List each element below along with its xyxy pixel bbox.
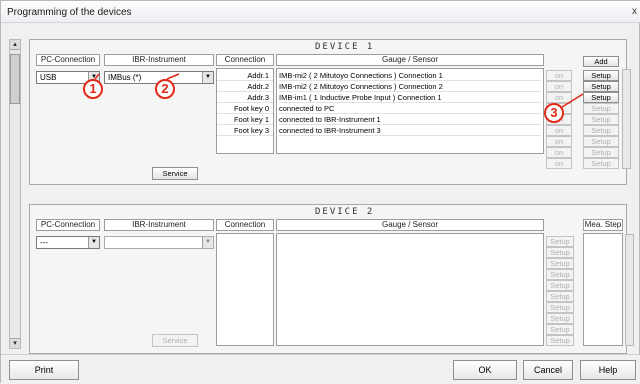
connection-cell: Addr.2 — [217, 82, 273, 92]
setup-button[interactable]: Setup — [583, 125, 619, 136]
on-button[interactable]: on — [546, 81, 572, 92]
programming-window: Programming of the devices x ▴ ▾ DEVICE … — [0, 0, 640, 384]
callout-2: 2 — [155, 79, 175, 99]
header-gauge-sensor: Gauge / Sensor — [276, 54, 544, 66]
header-ibr-instrument: IBR-Instrument — [104, 54, 214, 66]
callout-1: 1 — [83, 79, 103, 99]
setup-button[interactable]: Setup — [546, 247, 574, 258]
gauge-cell[interactable]: IMB-mi2 ( 2 Mitutoyo Connections ) Conne… — [279, 82, 541, 92]
pc-connection-value: USB — [40, 73, 57, 82]
on-button[interactable]: on — [546, 70, 572, 81]
gauge-cell[interactable]: connected to IBR-Instrument 3 — [279, 126, 541, 136]
setup-button[interactable]: Setup — [546, 335, 574, 346]
setup-button[interactable]: Setup — [546, 280, 574, 291]
device-2-scrollbar[interactable] — [625, 234, 634, 346]
ibr-instrument-value: IMBus (*) — [108, 73, 142, 82]
close-icon[interactable]: x — [632, 6, 637, 17]
add-button[interactable]: Add — [583, 56, 619, 67]
header-gauge-sensor: Gauge / Sensor — [276, 219, 544, 231]
header-pc-connection: PC-Connection — [36, 219, 100, 231]
setup-button[interactable]: Setup — [583, 147, 619, 158]
connection-cell: Addr.3 — [217, 93, 273, 103]
device-2-title: DEVICE 2 — [315, 207, 375, 217]
chevron-down-icon[interactable]: ▼ — [202, 237, 213, 248]
setup-button[interactable]: Setup — [583, 136, 619, 147]
header-mea-step: Mea. Step — [583, 219, 623, 231]
setup-button[interactable]: Setup — [546, 302, 574, 313]
setup-button[interactable]: Setup — [546, 291, 574, 302]
scroll-up-icon[interactable]: ▴ — [10, 40, 20, 50]
print-button[interactable]: Print — [9, 360, 79, 380]
setup-button[interactable]: Setup — [583, 81, 619, 92]
title-bar: Programming of the devices x — [1, 1, 640, 23]
chevron-down-icon[interactable]: ▼ — [202, 72, 213, 83]
connection-cell: Foot key 1 — [217, 115, 273, 125]
gauge-cell[interactable]: connected to PC — [279, 104, 541, 114]
on-button[interactable]: on — [546, 158, 572, 169]
connection-column: Addr.1 Addr.2 Addr.3 Foot key 0 Foot key… — [216, 68, 274, 154]
connection-column — [216, 233, 274, 346]
header-connection: Connection — [216, 219, 274, 231]
service-button[interactable]: Service — [152, 334, 198, 347]
chevron-down-icon[interactable]: ▼ — [88, 237, 99, 248]
device-1-title: DEVICE 1 — [315, 42, 375, 52]
on-button[interactable]: on — [546, 125, 572, 136]
scroll-thumb[interactable] — [10, 54, 20, 104]
setup-button[interactable]: Setup — [583, 92, 619, 103]
footer-bar: Print OK Cancel Help — [1, 354, 640, 384]
header-connection: Connection — [216, 54, 274, 66]
setup-button[interactable]: Setup — [546, 324, 574, 335]
header-pc-connection: PC-Connection — [36, 54, 100, 66]
pc-connection-select[interactable]: --- ▼ — [36, 236, 100, 249]
device-1-panel: DEVICE 1 PC-Connection IBR-Instrument Co… — [29, 39, 631, 185]
setup-button[interactable]: Setup — [546, 258, 574, 269]
main-vertical-scrollbar[interactable]: ▴ ▾ — [9, 39, 21, 349]
scroll-down-icon[interactable]: ▾ — [10, 338, 20, 348]
on-button[interactable]: on — [546, 147, 572, 158]
gauge-column — [276, 233, 544, 346]
ibr-instrument-select[interactable]: ▼ — [104, 236, 214, 249]
service-button[interactable]: Service — [152, 167, 198, 180]
header-ibr-instrument: IBR-Instrument — [104, 219, 214, 231]
device-2-panel: DEVICE 2 PC-Connection IBR-Instrument Co… — [29, 204, 634, 354]
on-button[interactable]: on — [546, 92, 572, 103]
ok-button[interactable]: OK — [453, 360, 517, 380]
setup-button[interactable]: Setup — [583, 70, 619, 81]
connection-cell: Foot key 3 — [217, 126, 273, 136]
on-button[interactable]: on — [546, 136, 572, 147]
setup-button[interactable]: Setup — [546, 269, 574, 280]
device-1-scrollbar[interactable] — [622, 69, 631, 169]
setup-button[interactable]: Setup — [583, 114, 619, 125]
gauge-cell[interactable]: IMB-im1 ( 1 Inductive Probe Input ) Conn… — [279, 93, 541, 103]
pc-connection-value: --- — [40, 238, 48, 247]
connection-cell: Addr.1 — [217, 71, 273, 81]
gauge-column: IMB-mi2 ( 2 Mitutoyo Connections ) Conne… — [276, 68, 544, 154]
setup-button[interactable]: Setup — [583, 158, 619, 169]
cancel-button[interactable]: Cancel — [523, 360, 573, 380]
mea-step-column — [583, 233, 623, 346]
window-title: Programming of the devices — [7, 7, 132, 18]
gauge-cell[interactable]: connected to IBR-Instrument 1 — [279, 115, 541, 125]
setup-button[interactable]: Setup — [583, 103, 619, 114]
setup-button[interactable]: Setup — [546, 313, 574, 324]
help-button[interactable]: Help — [580, 360, 636, 380]
connection-cell: Foot key 0 — [217, 104, 273, 114]
gauge-cell[interactable]: IMB-mi2 ( 2 Mitutoyo Connections ) Conne… — [279, 71, 541, 81]
callout-3: 3 — [544, 103, 564, 123]
setup-button[interactable]: Setup — [546, 236, 574, 247]
